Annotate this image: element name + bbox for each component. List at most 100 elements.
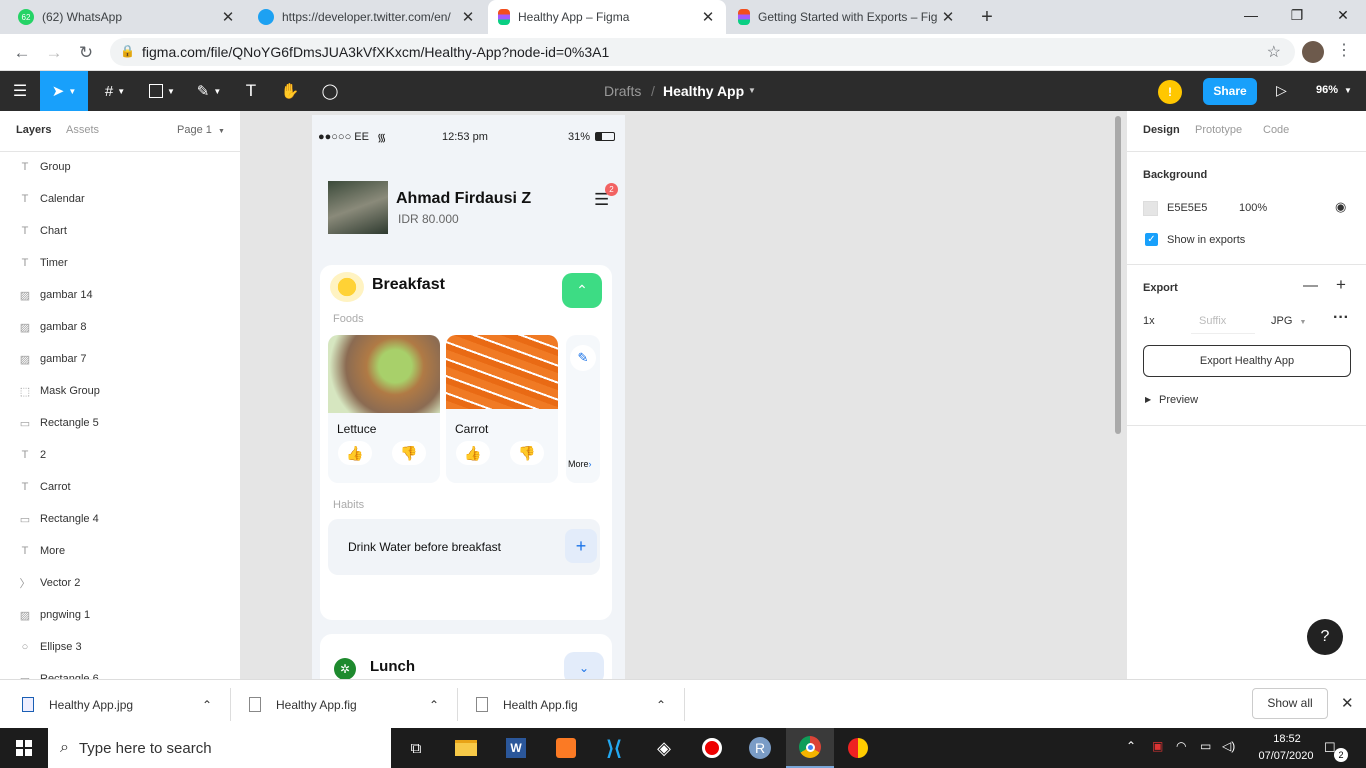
shape-tool-button[interactable]: ▼: [140, 71, 184, 111]
chevron-up-icon[interactable]: ⌃: [202, 698, 212, 712]
caret-right-icon[interactable]: ▶: [1145, 395, 1151, 404]
unity-icon[interactable]: ◈: [640, 728, 688, 768]
present-play-icon[interactable]: ▷: [1276, 82, 1287, 99]
share-button[interactable]: Share: [1203, 78, 1257, 105]
preview-label[interactable]: Preview: [1159, 394, 1198, 406]
food-card-carrot[interactable]: Carrot 👍 👎: [446, 335, 558, 483]
add-habit-button[interactable]: +: [565, 529, 597, 563]
frame-tool-button[interactable]: # ▼: [92, 71, 138, 111]
hand-tool-icon[interactable]: ✋: [272, 71, 308, 111]
move-tool-button[interactable]: ➤ ▼: [40, 71, 88, 111]
clock-time[interactable]: 18:52: [1262, 733, 1312, 745]
clock-date[interactable]: 07/07/2020: [1256, 750, 1316, 762]
layer-item[interactable]: T Group: [0, 151, 240, 183]
xampp-icon[interactable]: [542, 728, 590, 768]
user-avatar[interactable]: !: [1158, 80, 1182, 104]
text-tool-icon[interactable]: T: [234, 71, 268, 111]
thumbs-down-icon[interactable]: 👎: [392, 441, 426, 465]
wifi-icon[interactable]: ◠: [1176, 739, 1186, 753]
layer-item[interactable]: ▨ gambar 7: [0, 343, 240, 375]
canvas[interactable]: ●●○○○ EE ᯾ 12:53 pm 31% Ahmad Firdausi Z…: [241, 111, 1126, 679]
security-icon[interactable]: ▣: [1152, 739, 1163, 753]
windows-start-icon[interactable]: [0, 728, 48, 768]
download-item[interactable]: Healthy App.jpg ⌃: [22, 680, 228, 729]
canvas-scrollbar[interactable]: [1115, 116, 1121, 434]
vscode-icon[interactable]: ⟩⟨: [590, 728, 638, 768]
r-icon[interactable]: R: [736, 728, 784, 768]
remove-export-icon[interactable]: —: [1303, 277, 1318, 294]
volume-icon[interactable]: ◁): [1222, 739, 1235, 753]
close-tab-icon[interactable]: ✕: [700, 8, 716, 26]
tab-code[interactable]: Code: [1263, 124, 1289, 136]
layer-item[interactable]: T Calendar: [0, 183, 240, 215]
chevron-up-icon[interactable]: ⌃: [656, 698, 666, 712]
thumbs-down-icon[interactable]: 👎: [510, 441, 544, 465]
more-options-icon[interactable]: ···: [1333, 309, 1349, 327]
file-explorer-icon[interactable]: [442, 728, 490, 768]
background-swatch[interactable]: [1143, 201, 1158, 216]
close-downloads-icon[interactable]: ✕: [1341, 694, 1354, 712]
layer-item[interactable]: ○ Ellipse 3: [0, 631, 240, 663]
layer-item[interactable]: T Chart: [0, 215, 240, 247]
url-field[interactable]: 🔒 figma.com/file/QNoYG6fDmsJUA3kVfXKxcm/…: [110, 38, 1295, 66]
back-button[interactable]: ←: [10, 41, 34, 65]
tab-whatsapp[interactable]: 62 (62) WhatsApp ✕: [8, 0, 246, 34]
forward-button[interactable]: →: [42, 41, 66, 65]
tab-twitter[interactable]: https://developer.twitter.com/en/ ✕: [248, 0, 486, 34]
tab-prototype[interactable]: Prototype: [1195, 124, 1242, 136]
chrome-icon[interactable]: [786, 728, 834, 768]
chevron-down-icon[interactable]: ▼: [748, 86, 756, 95]
background-hex[interactable]: E5E5E5: [1167, 202, 1207, 214]
show-all-button[interactable]: Show all: [1252, 688, 1328, 719]
layer-item[interactable]: 〉 Vector 2: [0, 567, 240, 599]
layer-item[interactable]: ▨ gambar 14: [0, 279, 240, 311]
restore-button[interactable]: ❐: [1274, 0, 1320, 30]
layer-item[interactable]: ▭Rectangle 6: [0, 663, 240, 679]
zoom-level[interactable]: 96%: [1316, 84, 1338, 96]
layer-item[interactable]: ▭ Rectangle 5: [0, 407, 240, 439]
tab-layers[interactable]: Layers: [16, 124, 51, 136]
close-tab-icon[interactable]: ✕: [940, 8, 956, 26]
close-window-button[interactable]: ✕: [1320, 0, 1366, 30]
file-name[interactable]: Healthy App: [663, 83, 744, 99]
tab-figma-healthy-app[interactable]: Healthy App – Figma ✕: [488, 0, 726, 34]
more-link[interactable]: More›: [568, 459, 592, 469]
chevron-down-icon[interactable]: ▼: [1344, 86, 1352, 95]
collapse-breakfast-button[interactable]: ⌃: [562, 273, 602, 308]
layer-item[interactable]: T2: [0, 439, 240, 471]
habit-item[interactable]: Drink Water before breakfast +: [328, 519, 600, 575]
chevron-up-icon[interactable]: ⌃: [429, 698, 439, 712]
thumbs-up-icon[interactable]: 👍: [338, 441, 372, 465]
layer-item[interactable]: ⬚ Mask Group: [0, 375, 240, 407]
close-tab-icon[interactable]: ✕: [460, 8, 476, 26]
bookmark-star-icon[interactable]: ☆: [1267, 42, 1281, 62]
layer-item[interactable]: ▨ pngwing 1: [0, 599, 240, 631]
phone-frame[interactable]: ●●○○○ EE ᯾ 12:53 pm 31% Ahmad Firdausi Z…: [312, 115, 625, 679]
export-format-select[interactable]: JPG ▼: [1271, 315, 1306, 327]
layer-item[interactable]: ▭ Rectangle 4: [0, 503, 240, 535]
figma-desktop-icon[interactable]: [834, 728, 882, 768]
record-icon[interactable]: [688, 728, 736, 768]
breadcrumb-drafts[interactable]: Drafts: [604, 83, 641, 99]
help-button[interactable]: ?: [1307, 619, 1343, 655]
layer-item[interactable]: T Carrot: [0, 471, 240, 503]
layer-item[interactable]: T Timer: [0, 247, 240, 279]
pen-tool-button[interactable]: ✎ ▼: [186, 71, 232, 111]
thumbs-up-icon[interactable]: 👍: [456, 441, 490, 465]
more-foods-card[interactable]: ✎ More›: [566, 335, 600, 483]
task-view-icon[interactable]: ⧉: [392, 728, 440, 768]
reload-button[interactable]: ↻: [74, 41, 98, 65]
taskbar-search-box[interactable]: ⌕ Type here to search: [48, 728, 391, 768]
page-selector[interactable]: Page 1 ▼: [177, 124, 225, 136]
layer-item[interactable]: ▨ gambar 8: [0, 311, 240, 343]
eye-icon[interactable]: ◉: [1335, 199, 1346, 215]
tab-figma-exports[interactable]: Getting Started with Exports – Fig ✕: [728, 0, 966, 34]
minimize-button[interactable]: —: [1228, 0, 1274, 30]
tab-design[interactable]: Design: [1143, 124, 1180, 136]
export-suffix-input[interactable]: Suffix: [1191, 308, 1255, 334]
layer-item[interactable]: T More: [0, 535, 240, 567]
export-button[interactable]: Export Healthy App: [1143, 345, 1351, 377]
add-export-icon[interactable]: +: [1336, 275, 1346, 295]
background-opacity[interactable]: 100%: [1239, 202, 1267, 214]
show-in-exports-checkbox[interactable]: ✓: [1145, 233, 1158, 246]
